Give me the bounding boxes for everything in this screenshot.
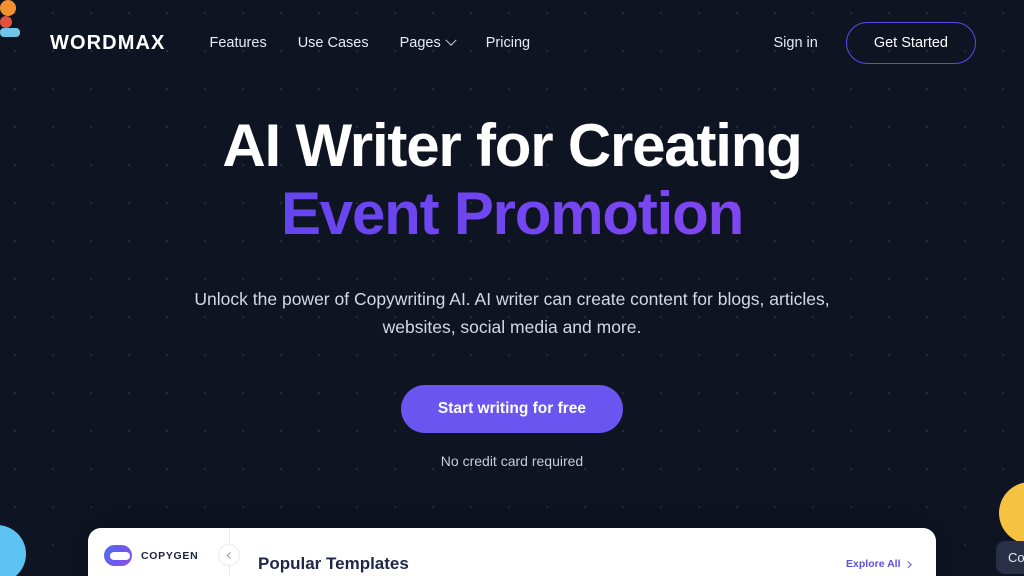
page-title: AI Writer for Creating Event Promotion xyxy=(0,112,1024,249)
copygen-logo-icon xyxy=(104,545,132,566)
no-credit-card-note: No credit card required xyxy=(440,453,584,470)
nav-item-pages[interactable]: Pages xyxy=(399,34,457,51)
nav-item-pricing[interactable]: Pricing xyxy=(486,35,530,51)
hero-title-line-1: AI Writer for Creating xyxy=(222,112,802,179)
copygen-brand[interactable]: COPYGEN xyxy=(104,545,229,566)
app-preview-card: COPYGEN Popular Templates Explore All xyxy=(88,528,936,576)
nav-item-use-cases-label: Use Cases xyxy=(297,35,369,51)
chevron-down-icon xyxy=(445,34,457,46)
nav-item-use-cases[interactable]: Use Cases xyxy=(298,35,369,51)
nav-item-pricing-label: Pricing xyxy=(485,35,531,51)
start-writing-for-free-button[interactable]: Start writing for free xyxy=(400,385,624,434)
app-card-body: COPYGEN Popular Templates Explore All xyxy=(88,528,936,576)
copygen-wordmark: COPYGEN xyxy=(141,549,199,562)
hero-section: AI Writer for Creating Event Promotion U… xyxy=(0,112,1024,469)
app-card-sidebar: COPYGEN xyxy=(88,528,240,576)
landing-page: WORDMAX Features Use Cases Pages Pricing… xyxy=(0,0,1024,576)
get-started-button[interactable]: Get Started xyxy=(845,22,976,64)
chevron-left-icon xyxy=(226,551,234,559)
floating-chip-badge: Co xyxy=(996,541,1024,574)
app-card-main-header: Popular Templates Explore All xyxy=(258,554,911,574)
decorative-yellow-circle xyxy=(999,482,1024,544)
sign-in-link[interactable]: Sign in xyxy=(774,35,818,51)
decorative-blue-circle xyxy=(0,525,26,576)
sidebar-collapse-button[interactable] xyxy=(218,544,240,566)
nav-item-features-label: Features xyxy=(209,35,267,51)
hero-title-line-2-gradient: Event Promotion xyxy=(0,180,1024,248)
nav-actions: Sign in Get Started xyxy=(774,22,976,64)
hero-subtitle: Unlock the power of Copywriting AI. AI w… xyxy=(194,288,830,338)
nav-item-features[interactable]: Features xyxy=(209,35,266,51)
nav-links-list: Features Use Cases Pages Pricing xyxy=(209,34,530,51)
brand-logo-wordmax[interactable]: WORDMAX xyxy=(50,32,165,55)
nav-item-pages-label: Pages xyxy=(399,35,441,51)
chevron-right-icon xyxy=(904,560,911,568)
top-navigation-bar: WORDMAX Features Use Cases Pages Pricing… xyxy=(0,0,1024,86)
app-card-main: Popular Templates Explore All xyxy=(230,528,936,574)
explore-all-link[interactable]: Explore All xyxy=(846,558,911,570)
explore-all-label: Explore All xyxy=(846,558,901,570)
popular-templates-title: Popular Templates xyxy=(258,554,409,573)
